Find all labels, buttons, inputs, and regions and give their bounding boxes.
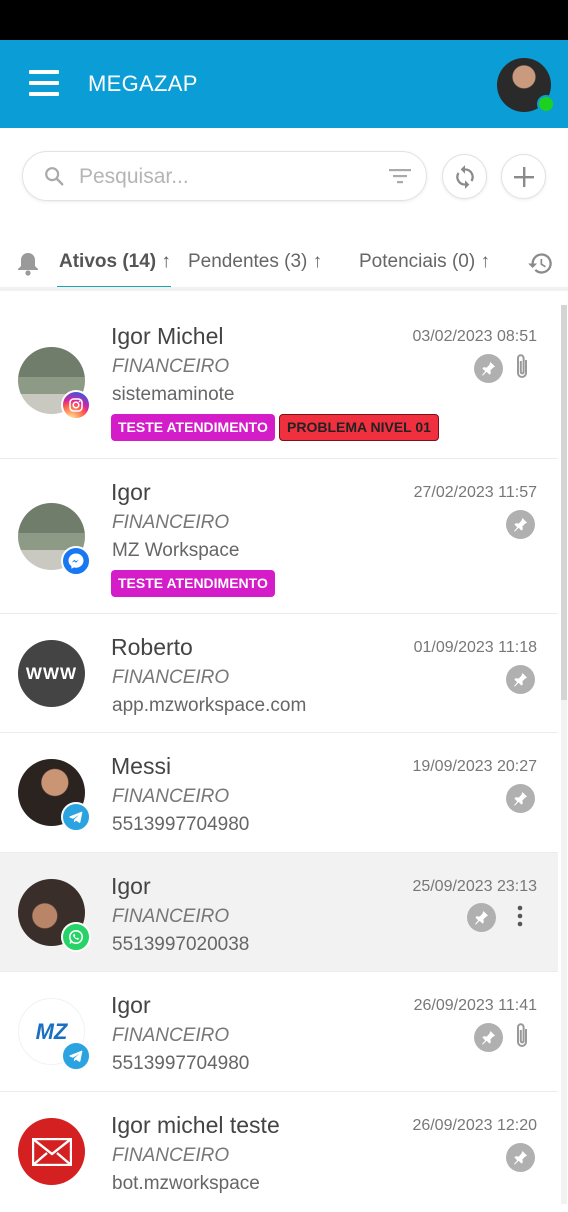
divider [0, 287, 568, 291]
contact-subtitle: bot.mzworkspace [112, 1173, 260, 1194]
timestamp: 26/09/2023 12:20 [412, 1117, 537, 1134]
tab-pendentes[interactable]: Pendentes (3) ↑ [188, 251, 322, 273]
contact-subtitle: sistemaminote [112, 384, 235, 405]
conversation-item[interactable]: WWW Roberto FINANCEIRO app.mzworkspace.c… [0, 614, 558, 733]
timestamp: 01/09/2023 11:18 [413, 639, 537, 656]
sort-arrow-icon: ↑ [480, 251, 490, 272]
plus-icon [513, 166, 534, 187]
conversation-item[interactable]: Igor FINANCEIRO 5513997020038 25/09/2023… [0, 853, 558, 972]
contact-name: Roberto [111, 634, 193, 660]
conversation-tabs: Ativos (14) ↑ Pendentes (3) ↑ Potenciais… [0, 238, 568, 290]
queue-label: FINANCEIRO [112, 512, 230, 533]
attachment-icon[interactable] [512, 352, 532, 387]
queue-label: FINANCEIRO [112, 667, 230, 688]
contact-avatar: WWW [18, 640, 85, 707]
contact-avatar [18, 1118, 85, 1185]
more-options-icon[interactable] [512, 904, 528, 935]
attachment-icon[interactable] [512, 1021, 532, 1056]
queue-label: FINANCEIRO [112, 786, 230, 807]
scrollbar-thumb[interactable] [561, 305, 567, 700]
contact-subtitle: MZ Workspace [112, 540, 240, 561]
contact-avatar [18, 759, 91, 832]
online-status-badge [537, 95, 555, 113]
app-title: MEGAZAP [88, 71, 198, 96]
queue-label: FINANCEIRO [112, 1025, 230, 1046]
status-bar [0, 0, 568, 40]
contact-avatar [18, 879, 91, 952]
conversation-item[interactable]: Messi FINANCEIRO 5513997704980 19/09/202… [0, 733, 558, 853]
queue-label: FINANCEIRO [112, 1145, 230, 1166]
tag-badge: TESTE ATENDIMENTO [111, 570, 275, 597]
pin-icon[interactable] [474, 354, 503, 383]
tab-label: Potenciais (0) [359, 251, 476, 272]
contact-name: Igor Michel [111, 323, 224, 349]
conversation-item[interactable]: Igor FINANCEIRO MZ Workspace 27/02/2023 … [0, 459, 558, 614]
search-bar [22, 151, 427, 201]
refresh-icon [455, 164, 474, 189]
telegram-icon [61, 1041, 91, 1071]
contact-avatar: MZ [18, 998, 91, 1071]
contact-name: Igor [111, 479, 151, 505]
pin-icon[interactable] [506, 1143, 535, 1172]
globe-icon: WWW [18, 640, 85, 707]
refresh-button[interactable] [442, 154, 487, 199]
queue-label: FINANCEIRO [112, 356, 230, 377]
pin-icon[interactable] [506, 784, 535, 813]
conversation-item[interactable]: MZ Igor FINANCEIRO 5513997704980 26/09/2… [0, 972, 558, 1092]
contact-name: Igor michel teste [111, 1112, 280, 1138]
sort-arrow-icon: ↑ [312, 251, 323, 272]
tab-label: Pendentes (3) [188, 251, 308, 272]
timestamp: 03/02/2023 08:51 [412, 328, 537, 345]
timestamp: 27/02/2023 11:57 [413, 484, 537, 501]
pin-icon[interactable] [506, 510, 535, 539]
contact-subtitle: app.mzworkspace.com [112, 695, 307, 716]
contact-name: Igor [111, 873, 151, 899]
search-icon [43, 165, 65, 192]
conversation-list: Igor Michel FINANCEIRO sistemaminote 03/… [0, 298, 558, 1212]
timestamp: 19/09/2023 20:27 [412, 758, 537, 775]
contact-avatar [18, 503, 91, 576]
conversation-item[interactable]: Igor Michel FINANCEIRO sistemaminote 03/… [0, 298, 558, 459]
messenger-icon [61, 546, 91, 576]
history-icon[interactable] [527, 250, 554, 282]
whatsapp-icon [61, 922, 91, 952]
app-bar: MEGAZAP [0, 40, 568, 128]
sort-arrow-icon: ↑ [161, 251, 171, 272]
timestamp: 25/09/2023 23:13 [412, 878, 537, 895]
tag-badge: TESTE ATENDIMENTO [111, 414, 275, 441]
user-avatar[interactable] [497, 58, 555, 113]
tab-potenciais[interactable]: Potenciais (0) ↑ [359, 251, 490, 273]
queue-label: FINANCEIRO [112, 906, 230, 927]
pin-icon[interactable] [467, 903, 496, 932]
tab-ativos[interactable]: Ativos (14) ↑ [59, 251, 171, 273]
tag-badge: PROBLEMA NIVEL 01 [279, 414, 439, 441]
pin-icon[interactable] [506, 665, 535, 694]
instagram-icon [61, 390, 91, 420]
tab-label: Ativos (14) [59, 251, 157, 272]
contact-avatar [18, 347, 91, 420]
contact-subtitle: 5513997704980 [112, 1053, 250, 1074]
contact-subtitle: 5513997020038 [112, 934, 250, 955]
timestamp: 26/09/2023 11:41 [413, 997, 537, 1014]
pin-icon[interactable] [474, 1023, 503, 1052]
telegram-icon [61, 802, 91, 832]
filter-icon[interactable] [389, 166, 411, 191]
add-button[interactable] [501, 154, 546, 199]
email-icon [18, 1118, 85, 1185]
contact-subtitle: 5513997704980 [112, 814, 250, 835]
contact-name: Igor [111, 992, 151, 1018]
search-input[interactable] [79, 162, 369, 192]
menu-icon[interactable] [29, 70, 59, 96]
conversation-item[interactable]: Igor michel teste FINANCEIRO bot.mzworks… [0, 1092, 558, 1212]
contact-name: Messi [111, 753, 172, 779]
bell-icon[interactable] [16, 251, 40, 282]
